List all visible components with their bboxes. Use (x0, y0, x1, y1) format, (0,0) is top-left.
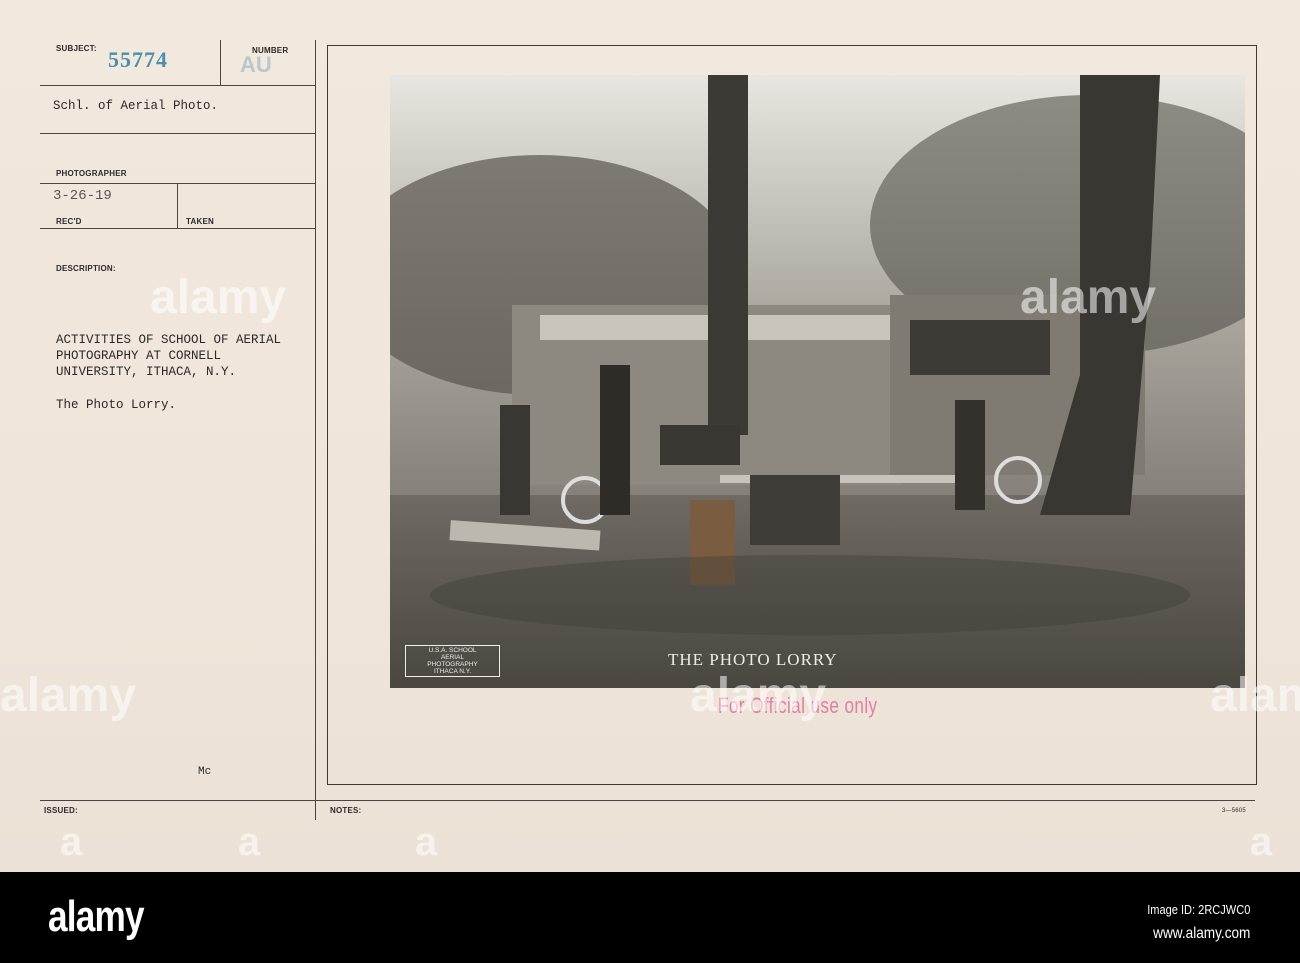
subject-label: SUBJECT: (56, 44, 97, 53)
logo-line: ITHACA N.Y. (433, 668, 472, 675)
initials: Mc (198, 766, 212, 778)
divider (40, 133, 315, 134)
watermark: alamy (690, 669, 827, 722)
watermark: alamy (0, 669, 137, 722)
subject-number: 55774 (108, 47, 168, 72)
archive-record-card: SUBJECT: 55774 NUMBER AU Schl. of Aerial… (0, 0, 1300, 872)
recd-date: 3-26-19 (53, 188, 112, 204)
website-link[interactable]: www.alamy.com (1153, 925, 1250, 943)
watermark-letter: a (238, 820, 261, 864)
taken-label: TAKEN (186, 217, 214, 226)
divider (315, 40, 316, 820)
description-line: PHOTOGRAPHY AT CORNELL (56, 349, 222, 363)
logo-line: PHOTOGRAPHY (427, 661, 478, 668)
number-stamp: AU (240, 52, 272, 77)
photographer-label: PHOTOGRAPHER (56, 169, 127, 178)
watermark-letter: a (1250, 820, 1273, 864)
form-number: 3—5605 (1222, 808, 1246, 814)
watermark: alamy (150, 271, 287, 324)
image-id: Image ID: 2RCJWC0 (1146, 902, 1250, 917)
watermark-letter: a (60, 820, 83, 864)
subject-text: Schl. of Aerial Photo. (53, 99, 219, 113)
watermark: alamy (1020, 271, 1157, 324)
watermark-letter: a (415, 820, 438, 864)
footer-bar: alamy Image ID: 2RCJWC0 www.alamy.com (0, 872, 1300, 963)
logo-line: U.S.A. SCHOOL (428, 647, 477, 654)
photo-school-logo: U.S.A. SCHOOL AERIAL PHOTOGRAPHY ITHACA … (405, 645, 500, 677)
divider (220, 40, 221, 85)
issued-label: ISSUED: (44, 806, 78, 815)
divider (40, 228, 315, 229)
description-line: ACTIVITIES OF SCHOOL OF AERIAL (56, 333, 282, 347)
logo-line: AERIAL (440, 654, 465, 661)
photograph: U.S.A. SCHOOL AERIAL PHOTOGRAPHY ITHACA … (390, 75, 1245, 688)
divider (40, 800, 1255, 801)
watermark: alamy (1210, 669, 1300, 722)
photo-caption: THE PHOTO LORRY (668, 650, 838, 669)
photo-scene (390, 75, 1245, 688)
recd-label: REC'D (56, 217, 82, 226)
brand-logo[interactable]: alamy (48, 892, 145, 942)
description-line: UNIVERSITY, ITHACA, N.Y. (56, 365, 237, 379)
divider (40, 85, 315, 86)
photo-title: The Photo Lorry. (56, 398, 177, 412)
divider (177, 183, 178, 228)
notes-label: NOTES: (330, 806, 362, 815)
description-label: DESCRIPTION: (56, 264, 116, 273)
